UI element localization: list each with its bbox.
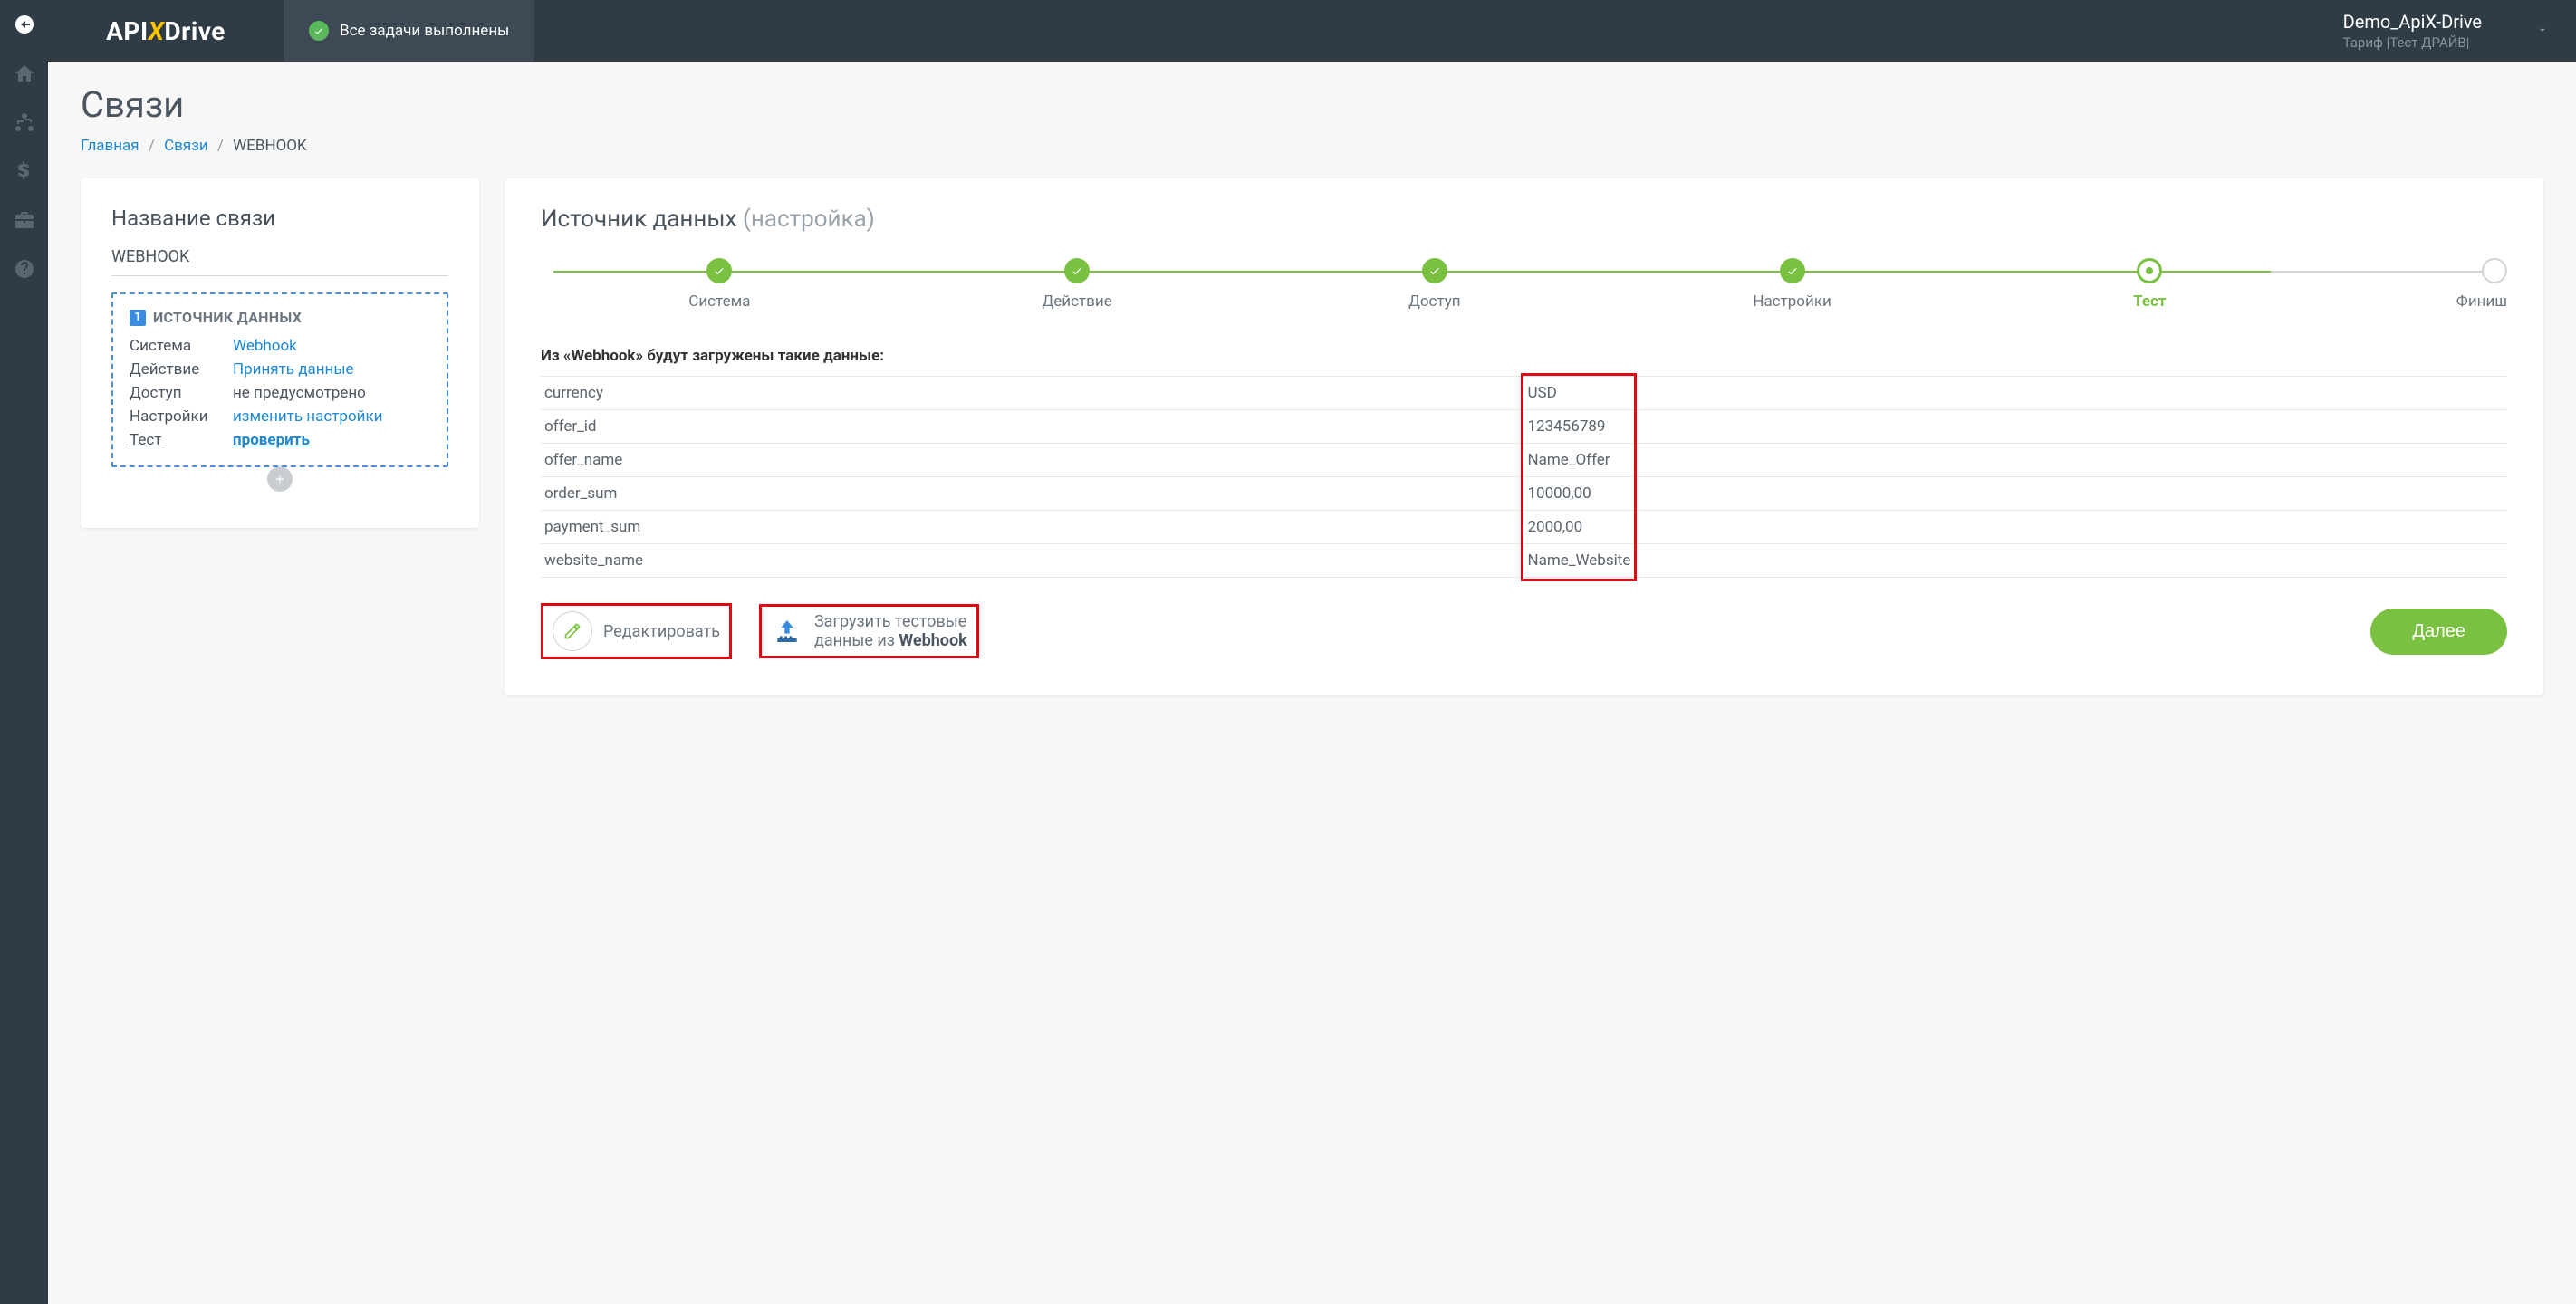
source-label: Система	[130, 337, 220, 355]
step-label: Настройки	[1753, 292, 1831, 311]
step-label: Система	[688, 292, 750, 311]
step-settings[interactable]: Настройки	[1613, 258, 1971, 311]
chevron-down-icon[interactable]	[2536, 23, 2576, 40]
source-label: Доступ	[130, 384, 220, 402]
sidebar-item-enter[interactable]	[0, 0, 48, 49]
table-value: 10000,00	[1524, 477, 2508, 511]
source-label: Тест	[130, 431, 220, 449]
edit-button[interactable]: Редактировать	[541, 603, 732, 659]
data-heading: Из «Webhook» будут загружены такие данны…	[541, 347, 2507, 365]
table-row: website_nameName_Website	[541, 544, 2507, 578]
step-circle-pending	[2482, 258, 2507, 283]
sidebar-item-help[interactable]	[0, 244, 48, 293]
download-icon	[771, 615, 803, 647]
step-label: Тест	[2133, 292, 2166, 311]
table-key: order_sum	[541, 477, 1524, 511]
source-row-settings: Настройки изменить настройки	[130, 408, 430, 426]
source-label: Настройки	[130, 408, 220, 426]
table-key: offer_name	[541, 444, 1524, 477]
pencil-icon	[553, 611, 592, 651]
step-label: Доступ	[1408, 292, 1461, 311]
logo-text-post: Drive	[164, 16, 225, 46]
heading-sub: (настройка)	[743, 206, 875, 233]
data-table: currencyUSDoffer_id123456789offer_nameNa…	[541, 376, 2507, 578]
table-key: offer_id	[541, 410, 1524, 444]
breadcrumb: Главная / Связи / WEBHOOK	[81, 137, 2543, 155]
table-value: 123456789	[1524, 410, 2508, 444]
source-value[interactable]: изменить настройки	[233, 408, 382, 426]
table-value: Name_Offer	[1524, 444, 2508, 477]
source-row-access: Доступ не предусмотрено	[130, 384, 430, 402]
sidebar-item-connections[interactable]	[0, 98, 48, 147]
check-icon	[1422, 258, 1447, 283]
step-test[interactable]: Тест	[1971, 258, 2329, 311]
stepper: Система Действие Доступ Настройки	[541, 258, 2507, 311]
step-label: Действие	[1042, 292, 1111, 311]
table-row: currencyUSD	[541, 377, 2507, 410]
sidebar-item-billing[interactable]	[0, 147, 48, 196]
table-row: order_sum10000,00	[541, 477, 2507, 511]
table-key: payment_sum	[541, 511, 1524, 544]
table-value: 2000,00	[1524, 511, 2508, 544]
connection-name[interactable]: WEBHOOK	[111, 247, 448, 276]
user-name: Demo_ApiX-Drive	[2343, 11, 2482, 33]
sidebar-item-briefcase[interactable]	[0, 196, 48, 244]
step-circle-active	[2137, 258, 2162, 283]
source-value: не предусмотрено	[233, 384, 366, 402]
table-value: Name_Website	[1524, 544, 2508, 578]
source-value[interactable]: Принять данные	[233, 360, 354, 379]
datasource-heading: Источник данных (настройка)	[541, 206, 2507, 233]
panel-connection: Название связи WEBHOOK 1 ИСТОЧНИК ДАННЫХ…	[81, 178, 479, 528]
sidebar	[0, 0, 48, 1304]
source-box[interactable]: 1 ИСТОЧНИК ДАННЫХ Система Webhook Действ…	[111, 292, 448, 467]
source-value[interactable]: Webhook	[233, 337, 297, 355]
panel-datasource: Источник данных (настройка) Система	[505, 178, 2543, 695]
step-finish[interactable]: Финиш	[2329, 258, 2507, 311]
load-label: Загрузить тестовые данные из Webhook	[814, 612, 967, 650]
user-plan: Тариф |Тест ДРАЙВ|	[2343, 34, 2482, 51]
source-label: Действие	[130, 360, 220, 379]
source-badge: 1	[130, 310, 146, 326]
load-test-data-button[interactable]: Загрузить тестовые данные из Webhook	[759, 604, 979, 658]
sidebar-item-home[interactable]	[0, 49, 48, 98]
topbar: APIXDrive Все задачи выполнены Demo_ApiX…	[48, 0, 2576, 62]
check-icon	[1064, 258, 1090, 283]
page-title: Связи	[81, 83, 2543, 126]
connection-heading: Название связи	[111, 206, 448, 231]
source-value[interactable]: проверить	[233, 431, 310, 449]
status-text: Все задачи выполнены	[340, 22, 509, 40]
table-row: offer_id123456789	[541, 410, 2507, 444]
logo-x: X	[149, 16, 165, 46]
heading-main: Источник данных	[541, 206, 737, 233]
check-icon	[1780, 258, 1805, 283]
breadcrumb-home[interactable]: Главная	[81, 137, 139, 155]
tasks-status: Все задачи выполнены	[284, 0, 534, 62]
source-box-title: ИСТОЧНИК ДАННЫХ	[153, 309, 302, 326]
table-row: offer_nameName_Offer	[541, 444, 2507, 477]
logo-text-pre: API	[106, 16, 149, 46]
table-key: currency	[541, 377, 1524, 410]
source-row-action: Действие Принять данные	[130, 360, 430, 379]
source-row-system: Система Webhook	[130, 337, 430, 355]
logo[interactable]: APIXDrive	[106, 16, 226, 46]
user-menu[interactable]: Demo_ApiX-Drive Тариф |Тест ДРАЙВ|	[2343, 11, 2536, 51]
edit-label: Редактировать	[603, 622, 720, 641]
table-value: USD	[1524, 377, 2508, 410]
check-icon	[309, 21, 329, 41]
source-row-test: Тест проверить	[130, 431, 430, 449]
step-action[interactable]: Действие	[899, 258, 1256, 311]
check-icon	[706, 258, 732, 283]
table-row: payment_sum2000,00	[541, 511, 2507, 544]
breadcrumb-current: WEBHOOK	[233, 137, 307, 155]
step-label: Финиш	[2456, 292, 2507, 311]
table-key: website_name	[541, 544, 1524, 578]
step-system[interactable]: Система	[541, 258, 899, 311]
add-step-button[interactable]	[267, 466, 293, 492]
next-button[interactable]: Далее	[2370, 609, 2507, 655]
step-access[interactable]: Доступ	[1255, 258, 1613, 311]
breadcrumb-links[interactable]: Связи	[164, 137, 208, 155]
